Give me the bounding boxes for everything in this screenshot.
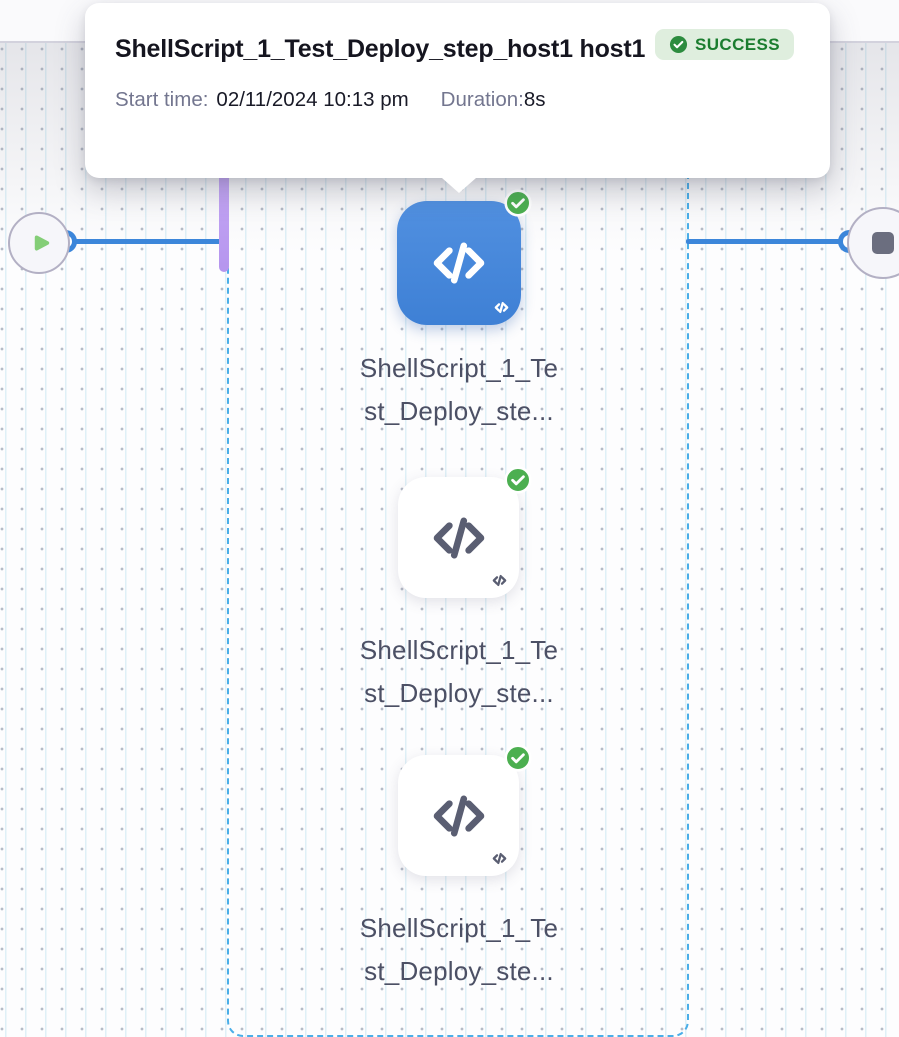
connector-line-end — [686, 239, 850, 244]
step-label-line: ShellScript_1_Te — [324, 347, 594, 390]
shell-script-icon — [426, 783, 492, 849]
step-label-3[interactable]: ShellScript_1_Te st_Deploy_ste... — [324, 907, 594, 993]
start-time-label: Start time: — [115, 85, 208, 115]
success-check-icon — [504, 466, 532, 494]
step-node-3[interactable] — [398, 755, 519, 876]
shell-script-icon — [426, 505, 492, 571]
step-label-line: st_Deploy_ste... — [324, 672, 594, 715]
tooltip-title: ShellScript_1_Test_Deploy_step_host1 hos… — [115, 27, 655, 72]
step-label-2[interactable]: ShellScript_1_Te st_Deploy_ste... — [324, 629, 594, 715]
shell-script-icon — [426, 230, 492, 296]
stop-icon — [872, 232, 894, 254]
success-check-icon — [504, 744, 532, 772]
pipeline-start-node[interactable] — [8, 212, 70, 274]
success-circle-icon — [669, 35, 688, 54]
step-node-1[interactable] — [397, 201, 521, 325]
success-check-icon — [504, 189, 532, 217]
step-label-line: st_Deploy_ste... — [324, 390, 594, 433]
tooltip-arrow — [442, 178, 476, 193]
step-details-tooltip: ShellScript_1_Test_Deploy_step_host1 hos… — [85, 3, 830, 178]
start-time-value: 02/11/2024 10:13 pm — [216, 85, 408, 115]
step-node-2[interactable] — [398, 477, 519, 598]
step-label-line: ShellScript_1_Te — [324, 907, 594, 950]
status-badge: SUCCESS — [655, 29, 794, 60]
connector-line-start — [64, 239, 224, 244]
duration-value: 8s — [524, 85, 546, 115]
step-label-1[interactable]: ShellScript_1_Te st_Deploy_ste... — [324, 347, 594, 433]
duration-label: Duration: — [441, 85, 524, 115]
play-icon — [28, 230, 54, 256]
step-label-line: ShellScript_1_Te — [324, 629, 594, 672]
stage-progress-bar — [219, 166, 229, 272]
step-label-line: st_Deploy_ste... — [324, 950, 594, 993]
status-badge-label: SUCCESS — [695, 35, 780, 55]
